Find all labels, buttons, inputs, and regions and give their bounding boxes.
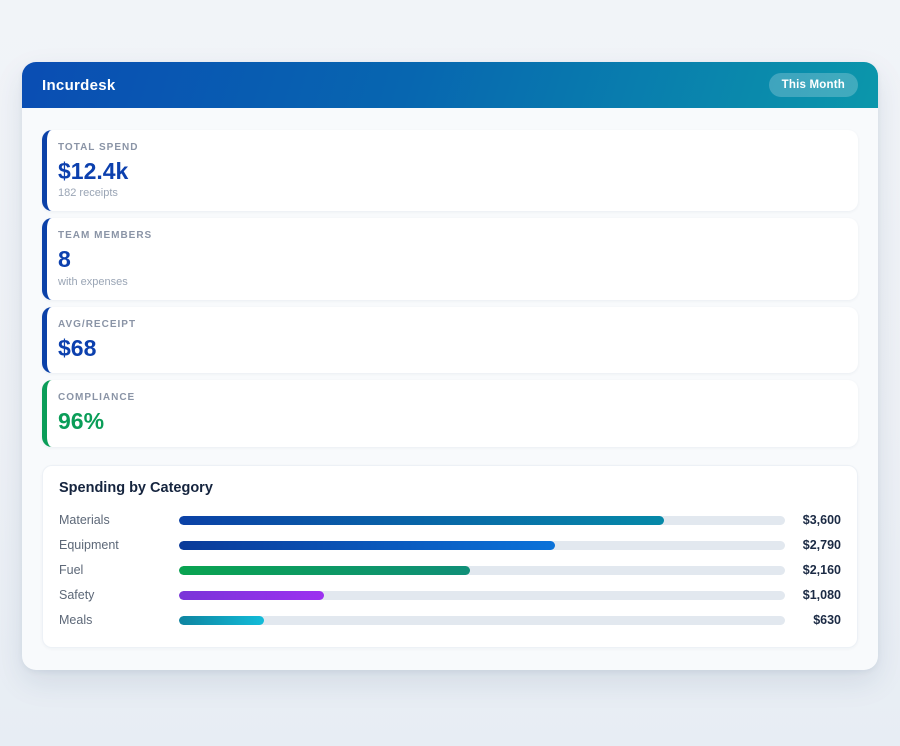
stat-card: TOTAL SPEND $12.4k 182 receipts: [42, 130, 858, 212]
stat-label: TOTAL SPEND: [58, 142, 139, 153]
stat-subtext: with expenses: [58, 275, 128, 288]
value-label: $2,790: [802, 538, 841, 553]
category-label: Equipment: [59, 538, 119, 553]
chart-row: Fuel $2,160: [59, 558, 841, 583]
category-label: Materials: [59, 513, 110, 528]
bar-fill: [179, 615, 264, 625]
chart-rows: Materials $3,600 Equipment $2,790 Fuel $2,160…: [59, 508, 841, 633]
stat-label: TEAM MEMBERS: [58, 230, 153, 242]
value-label: $3,600: [802, 513, 841, 528]
chart-row: Meals $630: [59, 608, 841, 633]
bar-track: [179, 615, 785, 625]
value-label: $1,080: [802, 588, 841, 603]
chart-row: Materials $3,600: [59, 508, 841, 533]
app-title: Incurdesk: [42, 76, 116, 94]
stat-card: TEAM MEMBERS 8 with expenses: [42, 218, 858, 300]
bar-track: [179, 540, 785, 550]
chart-title: Spending by Category: [59, 479, 213, 496]
bar-track: [179, 515, 785, 525]
bar-fill: [179, 540, 555, 550]
bar-track: [179, 565, 785, 575]
stat-card: AVG/RECEIPT $68: [42, 306, 858, 374]
header-bar: Incurdesk This Month: [22, 62, 878, 108]
category-label: Safety: [59, 588, 95, 603]
dashboard-content: TOTAL SPEND $12.4k 182 receipts TEAM MEMBER…: [22, 108, 878, 670]
stat-card: COMPLIANCE 96%: [42, 380, 858, 447]
bar-fill: [179, 565, 470, 575]
stat-value: 96%: [58, 408, 105, 435]
stat-value: $68: [58, 334, 97, 361]
category-label: Meals: [59, 613, 93, 628]
category-label: Fuel: [59, 563, 84, 578]
bar-track: [179, 590, 785, 600]
stat-value: 8: [58, 246, 71, 273]
bar-fill: [179, 515, 664, 525]
stats-list: TOTAL SPEND $12.4k 182 receipts TEAM MEMBER…: [42, 130, 858, 447]
stat-label: COMPLIANCE: [58, 392, 136, 404]
chart-card: Spending by Category Materials $3,600 Equi…: [42, 464, 858, 648]
stat-subtext: 182 receipts: [58, 187, 118, 200]
chart-row: Safety $1,080: [59, 583, 841, 608]
value-label: $2,160: [802, 563, 841, 578]
dashboard-container: Incurdesk This Month TOTAL SPEND $12.4k 18…: [22, 62, 878, 670]
stat-label: AVG/RECEIPT: [58, 318, 137, 330]
value-label: $630: [813, 613, 841, 628]
period-badge[interactable]: This Month: [768, 73, 858, 97]
stat-value: $12.4k: [58, 158, 129, 184]
bar-fill: [179, 590, 325, 600]
chart-row: Equipment $2,790: [59, 533, 841, 558]
